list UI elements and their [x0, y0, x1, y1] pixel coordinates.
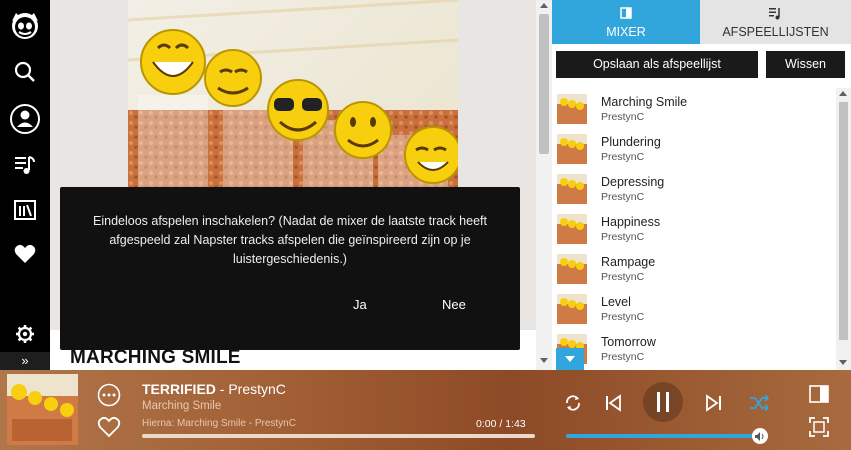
track-artist: PrestynC [601, 351, 645, 363]
track-artist: PrestynC [601, 271, 645, 283]
panel-tabs: MIXER AFSPEELLIJSTEN [552, 0, 851, 44]
progress-bar[interactable] [142, 434, 535, 438]
scrollbar-thumb[interactable] [839, 102, 848, 340]
clear-button[interactable]: Wissen [766, 51, 845, 78]
volume-slider[interactable] [566, 434, 760, 438]
yes-button[interactable]: Ja [353, 297, 367, 312]
chevron-down-icon [565, 356, 575, 362]
player-bar: TERRIFIED - PrestynC Marching Smile Hier… [0, 370, 851, 450]
no-button[interactable]: Nee [442, 297, 466, 312]
tab-mixer-label: MIXER [606, 25, 646, 39]
next-up-text: Hierna: Marching Smile - PrestynC [142, 418, 296, 429]
expand-nav-button[interactable]: » [0, 352, 50, 370]
volume-icon[interactable] [752, 428, 768, 444]
page-title: MARCHING SMILE [70, 347, 241, 368]
list-item[interactable]: Marching Smile PrestynC [552, 88, 836, 128]
now-playing-title: TERRIFIED - PrestynC [142, 381, 286, 397]
track-artist: PrestynC [601, 311, 645, 323]
now-playing-album[interactable]: Marching Smile [142, 400, 221, 412]
next-icon[interactable] [705, 394, 723, 417]
tab-mixer[interactable]: MIXER [552, 0, 700, 44]
scrollbar-thumb[interactable] [539, 14, 549, 154]
track-name: Depressing [601, 175, 665, 189]
track-artist: PrestynC [601, 111, 645, 123]
scroll-up-arrow[interactable] [839, 91, 847, 96]
library-icon[interactable] [0, 145, 50, 185]
track-name: Tomorrow [601, 335, 656, 349]
right-panel: MIXER AFSPEELLIJSTEN Opslaan als afspeel… [552, 0, 851, 370]
track-thumbnail [557, 214, 587, 244]
list-item[interactable]: Plundering PrestynC [552, 128, 836, 168]
track-artist: PrestynC [601, 151, 645, 163]
scroll-down-arrow[interactable] [839, 360, 847, 365]
radio-icon[interactable] [0, 190, 50, 230]
track-name: Marching Smile [601, 95, 688, 109]
list-item[interactable]: Tomorrow PrestynC [552, 328, 836, 368]
pause-button[interactable] [643, 382, 683, 422]
track-artist[interactable]: - PrestynC [216, 381, 286, 397]
search-icon[interactable] [0, 52, 50, 92]
napster-logo-icon[interactable] [0, 5, 50, 45]
fullscreen-icon[interactable] [809, 417, 829, 442]
track-artist: PrestynC [601, 231, 645, 243]
favorite-heart-icon[interactable] [97, 416, 121, 443]
list-item[interactable]: Depressing PrestynC [552, 168, 836, 208]
save-as-playlist-button[interactable]: Opslaan als afspeellijst [556, 51, 758, 78]
endless-play-dialog: Eindeloos afspelen inschakelen? (Nadat d… [60, 187, 520, 350]
list-item[interactable]: Level PrestynC [552, 288, 836, 328]
scroll-to-current-button[interactable] [556, 348, 584, 370]
queue-panel-icon[interactable] [809, 385, 829, 408]
scroll-up-arrow[interactable] [540, 3, 548, 8]
track-name: Rampage [601, 255, 656, 269]
time-display: 0:00 / 1:43 [476, 418, 526, 430]
track-thumbnail [557, 174, 587, 204]
track-thumbnail [557, 134, 587, 164]
shuffle-icon[interactable] [749, 394, 770, 416]
left-nav: » [0, 0, 50, 370]
gear-icon[interactable] [0, 314, 50, 354]
pause-icon [657, 392, 669, 412]
playlist-icon [700, 7, 851, 20]
mixer-icon [552, 7, 700, 19]
tracklist-scrollbar[interactable] [836, 88, 851, 370]
scroll-down-arrow[interactable] [540, 358, 548, 363]
dialog-message: Eindeloos afspelen inschakelen? (Nadat d… [93, 214, 487, 266]
tab-playlists[interactable]: AFSPEELLIJSTEN [700, 0, 851, 44]
track-name: Level [601, 295, 631, 309]
main-scrollbar[interactable] [536, 0, 552, 370]
track-title[interactable]: TERRIFIED [142, 381, 216, 397]
list-item[interactable]: Rampage PrestynC [552, 248, 836, 288]
list-item[interactable]: Happiness PrestynC [552, 208, 836, 248]
track-thumbnail [557, 294, 587, 324]
track-thumbnail [557, 254, 587, 284]
track-artist: PrestynC [601, 191, 645, 203]
previous-icon[interactable] [604, 394, 622, 417]
track-thumbnail [557, 94, 587, 124]
track-name: Plundering [601, 135, 661, 149]
mixer-track-list: Marching Smile PrestynC Plundering Prest… [552, 88, 836, 370]
account-icon[interactable] [0, 99, 50, 139]
tab-playlists-label: AFSPEELLIJSTEN [722, 25, 829, 39]
more-options-icon[interactable] [97, 383, 121, 412]
track-name: Happiness [601, 215, 661, 229]
heart-icon[interactable] [0, 234, 50, 274]
now-playing-art[interactable] [7, 374, 78, 445]
repeat-icon[interactable] [564, 394, 582, 417]
